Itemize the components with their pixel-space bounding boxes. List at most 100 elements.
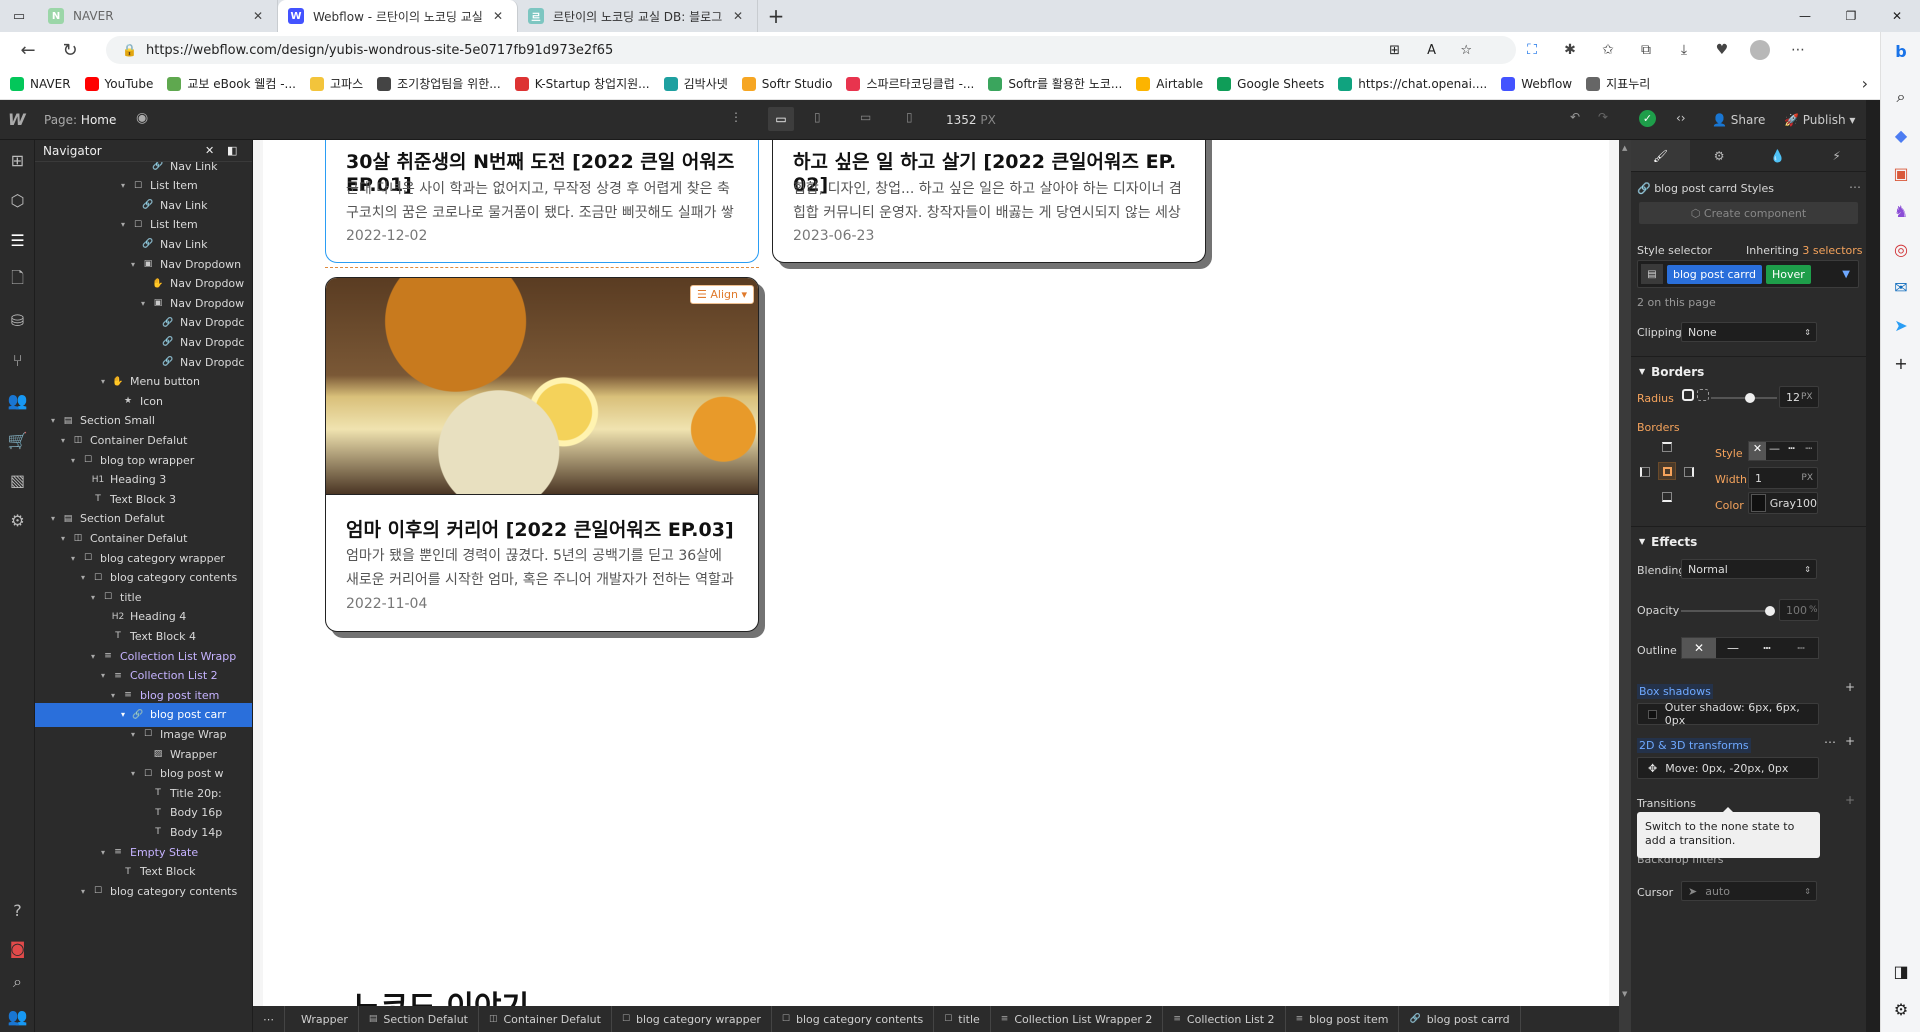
- extensions-icon[interactable]: ✱: [1556, 36, 1584, 64]
- undo-icon[interactable]: ↶: [1570, 110, 1580, 124]
- bookmark-item[interactable]: Airtable: [1136, 76, 1203, 91]
- border-dashed-icon[interactable]: ┅: [1783, 442, 1800, 460]
- bookmark-item[interactable]: Webflow: [1501, 76, 1572, 91]
- breadcrumb-item[interactable]: Wrapper: [285, 1006, 359, 1032]
- chevron-down-icon[interactable]: ▾: [101, 377, 111, 386]
- settings-gear-icon[interactable]: ⚙: [0, 500, 35, 540]
- border-color-field[interactable]: Gray100: [1748, 492, 1818, 514]
- breakpoint-phone-icon[interactable]: ▯: [906, 110, 913, 124]
- webflow-logo[interactable]: W: [8, 110, 26, 129]
- scroll-down-icon[interactable]: ▼: [1622, 990, 1628, 1004]
- bookmark-item[interactable]: Softr를 활용한 노코...: [988, 75, 1122, 92]
- new-tab-button[interactable]: +: [758, 0, 794, 32]
- bookmark-item[interactable]: 스파르타코딩클럽 -...: [846, 75, 974, 92]
- cursor-select[interactable]: ➤ auto ⇕: [1681, 881, 1817, 901]
- search-icon[interactable]: ⌕: [1881, 78, 1920, 116]
- breakpoint-landscape-icon[interactable]: ▭: [860, 110, 871, 124]
- border-none-icon[interactable]: ✕: [1749, 442, 1766, 460]
- close-icon[interactable]: ✕: [489, 9, 507, 23]
- breadcrumb-item[interactable]: ≡ Collection List 2: [1163, 1006, 1286, 1032]
- download-icon[interactable]: ⤓: [1670, 36, 1698, 64]
- more-dots-icon[interactable]: ⋯: [1849, 180, 1861, 194]
- add-transform-icon[interactable]: +: [1845, 734, 1855, 748]
- tab-naver[interactable]: N NAVER ✕: [38, 0, 278, 32]
- close-icon[interactable]: ✕: [249, 9, 267, 23]
- breakpoint-tablet-icon[interactable]: ▯: [814, 110, 821, 124]
- more-dots-icon[interactable]: ⋯: [1824, 735, 1836, 749]
- selector-field[interactable]: ▤ blog post carrd Hover ▼: [1637, 260, 1859, 288]
- breadcrumb-item[interactable]: ☐ blog category contents: [772, 1006, 935, 1032]
- code-icon[interactable]: ‹›: [1676, 111, 1686, 125]
- tab-notion-db[interactable]: 르 르탄이의 노코딩 교실 DB: 블로그 ✕: [518, 0, 758, 32]
- url-input[interactable]: 🔒 https://webflow.com/design/yubis-wondr…: [106, 36, 1516, 64]
- performance-icon[interactable]: ♥: [1708, 36, 1736, 64]
- color-swatch[interactable]: [1751, 494, 1766, 512]
- chevron-down-icon[interactable]: ▾: [141, 299, 151, 308]
- breadcrumb-item[interactable]: ▤ Section Defalut: [359, 1006, 479, 1032]
- bookmark-item[interactable]: YouTube: [84, 76, 153, 91]
- chevron-down-icon[interactable]: ▾: [131, 769, 141, 778]
- send-icon[interactable]: ➤: [1881, 306, 1920, 344]
- chevron-down-icon[interactable]: ▾: [131, 260, 141, 269]
- chevron-down-icon[interactable]: ▾: [61, 534, 71, 543]
- opacity-slider[interactable]: [1681, 606, 1775, 616]
- style-manager-icon[interactable]: 💧: [1749, 140, 1808, 171]
- transform-item[interactable]: ✥ Move: 0px, -20px, 0px: [1637, 757, 1819, 779]
- bookmark-item[interactable]: 김박사넷: [663, 75, 728, 92]
- profile-avatar-icon[interactable]: [1746, 36, 1774, 64]
- bing-copilot-icon[interactable]: b: [1881, 32, 1920, 70]
- chevron-down-icon[interactable]: ▾: [121, 710, 131, 719]
- chevron-down-icon[interactable]: ▾: [81, 573, 91, 582]
- border-dotted-icon[interactable]: ┈: [1800, 442, 1817, 460]
- blending-select[interactable]: Normal ⇕: [1681, 559, 1817, 579]
- create-component-button[interactable]: ⬡ Create component: [1639, 202, 1858, 224]
- chevron-down-icon[interactable]: ▾: [51, 416, 61, 425]
- pages-icon[interactable]: 🗋: [0, 260, 35, 300]
- box-shadow-item[interactable]: Outer shadow: 6px, 6px, 0px: [1637, 701, 1819, 727]
- chevron-down-icon[interactable]: ▾: [81, 887, 91, 896]
- blog-post-card-2[interactable]: 하고 싶은 일 하고 살기 [2022 큰일어워즈 EP. 02] 힙합, 디자…: [772, 140, 1206, 263]
- style-brush-icon[interactable]: 🖌: [1631, 140, 1690, 171]
- bookmark-item[interactable]: 고파스: [309, 75, 363, 92]
- back-arrow-icon[interactable]: ←: [14, 36, 42, 64]
- more-menu-icon[interactable]: ⋯: [1784, 36, 1812, 64]
- chevron-down-icon[interactable]: ▾: [71, 554, 81, 563]
- tab-webflow[interactable]: W Webflow - 르탄이의 노코딩 교실 ✕: [278, 0, 518, 32]
- logic-icon[interactable]: ⑂: [0, 340, 35, 380]
- cms-database-icon[interactable]: ⛁: [0, 300, 35, 340]
- state-chip[interactable]: Hover: [1765, 264, 1811, 284]
- chevron-down-icon[interactable]: ▾: [71, 456, 81, 465]
- favorites-icon[interactable]: ✩: [1594, 36, 1622, 64]
- page-selector[interactable]: Page: Home: [44, 113, 116, 127]
- collections-icon[interactable]: ⧉: [1632, 36, 1660, 64]
- radius-unit[interactable]: PX: [1801, 392, 1813, 402]
- preview-eye-icon[interactable]: ◉: [136, 110, 148, 126]
- breadcrumb-item[interactable]: ☐ title: [934, 1006, 991, 1032]
- dock-panel-icon[interactable]: ◧: [227, 144, 237, 157]
- design-canvas[interactable]: 30살 취준생의 N번째 도전 [2022 큰일 어워즈 EP.01] 군대 다…: [253, 140, 1619, 1006]
- bookmark-item[interactable]: 교보 eBook 웰컴 -...: [167, 75, 296, 92]
- breadcrumb-item[interactable]: 🔗 blog post carrd: [1399, 1006, 1521, 1032]
- screenshot-icon[interactable]: ⛶: [1518, 36, 1546, 64]
- components-cube-icon[interactable]: ⬡: [0, 180, 35, 220]
- class-chip[interactable]: blog post carrd: [1667, 264, 1762, 284]
- team-icon[interactable]: 👥: [0, 996, 35, 1036]
- bookmark-item[interactable]: 지표누리: [1586, 75, 1650, 92]
- chevron-down-icon[interactable]: ▾: [121, 181, 131, 190]
- read-aloud-icon[interactable]: A: [1427, 43, 1436, 58]
- restore-icon[interactable]: ❐: [1828, 0, 1874, 32]
- chevron-down-icon[interactable]: ▾: [91, 652, 101, 661]
- publish-button[interactable]: 🚀 Publish ▾: [1784, 113, 1855, 127]
- bookmark-item[interactable]: https://chat.openai....: [1338, 76, 1487, 91]
- radius-individual-icon[interactable]: [1697, 389, 1709, 401]
- bookmark-item[interactable]: Softr Studio: [741, 76, 832, 91]
- close-icon[interactable]: ✕: [729, 9, 747, 23]
- outline-dotted-icon[interactable]: ┈: [1784, 638, 1818, 658]
- chevron-down-icon[interactable]: ▼: [1842, 269, 1850, 280]
- border-right-icon[interactable]: [1684, 467, 1694, 477]
- share-button[interactable]: 👤 Share: [1712, 113, 1765, 127]
- favorite-star-icon[interactable]: ☆: [1460, 43, 1472, 58]
- breadcrumb-item[interactable]: ≡ blog post item: [1286, 1006, 1400, 1032]
- radius-slider[interactable]: [1711, 393, 1777, 403]
- borders-section-header[interactable]: ▼ Borders: [1631, 356, 1866, 386]
